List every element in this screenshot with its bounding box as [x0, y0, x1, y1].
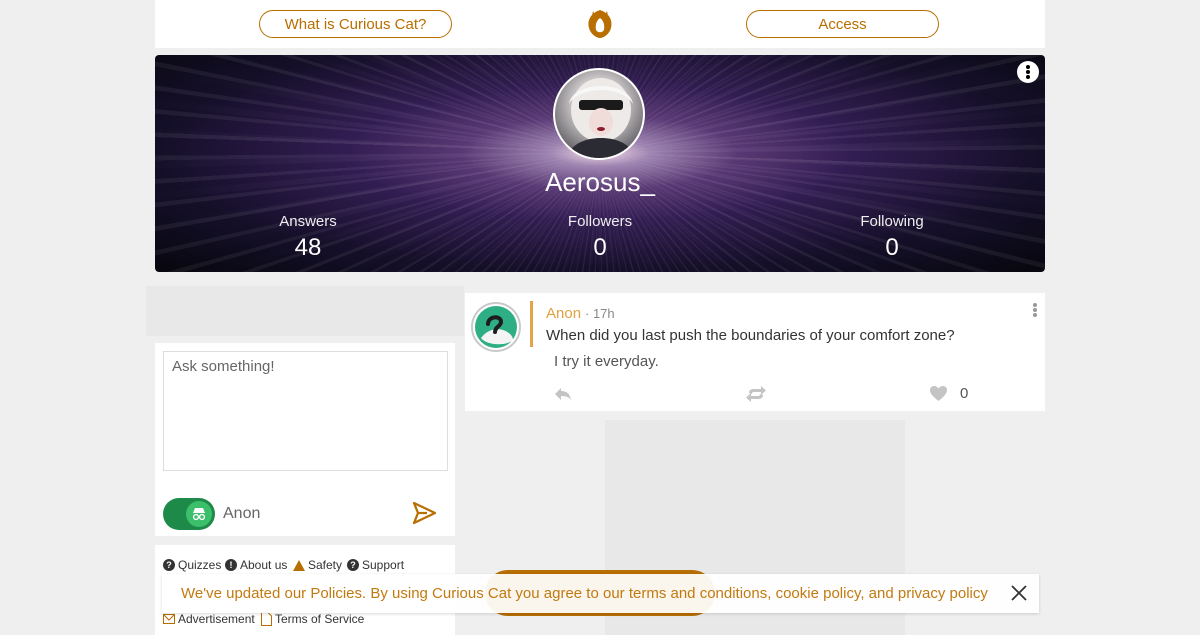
terms-link[interactable]: Terms of Service [261, 612, 364, 626]
anon-cat-avatar-icon [475, 306, 517, 348]
question-icon: ? [163, 559, 175, 571]
heart-icon[interactable] [929, 385, 948, 402]
warning-icon [293, 559, 305, 571]
link-label: Quizzes [178, 558, 222, 572]
anon-avatar[interactable] [471, 302, 521, 352]
post-question: When did you last push the boundaries of… [546, 327, 955, 344]
ad-placeholder-left [146, 286, 464, 336]
post-timestamp: · 17h [585, 306, 615, 321]
stat-answers[interactable]: Answers 48 [228, 213, 388, 262]
advertisement-icon [163, 614, 175, 624]
profile-username: Aerosus_ [545, 167, 655, 197]
stat-label: Following [860, 213, 924, 230]
stat-value: 0 [593, 234, 607, 261]
link-label: Advertisement [178, 612, 255, 626]
profile-banner: Aerosus_ Answers 48 Followers 0 Followin… [155, 55, 1045, 272]
post-options-button[interactable] [1031, 302, 1039, 318]
profile-options-button[interactable] [1017, 61, 1039, 83]
stat-label: Followers [567, 213, 633, 230]
close-icon[interactable] [1009, 583, 1029, 603]
profile-avatar [553, 68, 645, 160]
document-icon [261, 612, 272, 626]
post-answer: I try it everyday. [554, 353, 659, 370]
stat-followers[interactable]: Followers 0 [520, 213, 680, 262]
safety-link[interactable]: Safety [293, 558, 342, 572]
quizzes-link[interactable]: ? Quizzes [163, 558, 221, 572]
access-button[interactable]: Access [746, 10, 939, 38]
repost-icon[interactable] [745, 385, 767, 403]
link-label: Support [362, 558, 405, 572]
info-icon: ! [225, 559, 237, 571]
avatar-portrait-icon [566, 78, 636, 158]
more-vertical-icon [1026, 65, 1030, 79]
incognito-icon [192, 508, 206, 521]
like-count: 0 [960, 385, 969, 402]
stat-following[interactable]: Following 0 [812, 213, 972, 262]
stat-value: 48 [294, 234, 322, 261]
ask-card: Ask something! Anon [155, 343, 455, 536]
link-label: Terms of Service [275, 612, 365, 626]
what-is-curious-cat-button[interactable]: What is Curious Cat? [259, 10, 452, 38]
answer-post: Anon · 17h When did you last push the bo… [465, 293, 1045, 411]
top-navbar: What is Curious Cat? Access [155, 0, 1045, 48]
link-label: About us [240, 558, 288, 572]
stat-label: Answers [279, 213, 337, 230]
post-accent-bar [530, 301, 533, 347]
toggle-knob [186, 501, 212, 527]
stat-value: 0 [885, 234, 899, 261]
policy-notice-bar: We've updated our Policies. By using Cur… [162, 574, 1039, 613]
post-author[interactable]: Anon [546, 305, 581, 322]
send-icon[interactable] [411, 500, 437, 526]
help-icon: ? [347, 559, 359, 571]
curious-cat-logo-icon[interactable] [584, 7, 616, 39]
question-textarea[interactable]: Ask something! [163, 351, 448, 471]
link-label: Safety [308, 558, 343, 572]
anonymous-toggle[interactable] [163, 498, 215, 530]
about-link[interactable]: ! About us [225, 558, 287, 572]
reply-icon[interactable] [553, 385, 573, 403]
support-link[interactable]: ? Support [347, 558, 404, 572]
policy-notice-text[interactable]: We've updated our Policies. By using Cur… [181, 585, 988, 602]
advertisement-link[interactable]: Advertisement [163, 612, 255, 626]
anon-label: Anon [223, 505, 261, 522]
